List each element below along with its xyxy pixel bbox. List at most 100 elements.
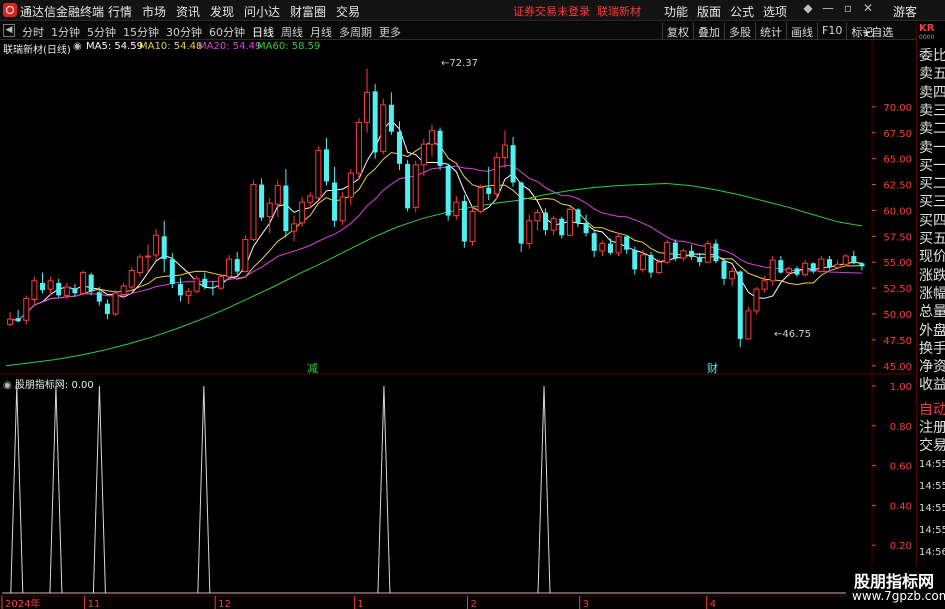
tab-multi-period[interactable]: 多周期 [339, 24, 372, 40]
indicator-spike [197, 385, 211, 594]
candle-down [323, 149, 329, 182]
candle-down [39, 282, 46, 291]
tick-time: 14:55 [919, 525, 945, 536]
candle-down [859, 263, 865, 267]
minimize-icon[interactable]: — [818, 1, 838, 15]
low-value: 46.75 [782, 329, 812, 340]
menu-item-wealth[interactable]: 财富圈 [290, 3, 336, 20]
quote-field-21[interactable]: 交易 [919, 438, 945, 454]
candle-up [136, 256, 143, 274]
add-watchlist-button[interactable]: +自选 [862, 24, 893, 40]
candle-up [469, 210, 476, 242]
quote-field-6: 买一 [919, 157, 945, 174]
candle-up [493, 157, 500, 195]
candle-up [550, 218, 557, 231]
quote-field-9: 买四 [919, 212, 945, 229]
tick-time: 14:55 [919, 481, 945, 492]
quote-field-1: 卖五 [919, 66, 945, 83]
tab-weekly[interactable]: 周线 [281, 24, 303, 40]
quote-field-18: 收益 [919, 377, 945, 394]
trade-login-notice[interactable]: 证券交易未登录 联瑞新材 [513, 3, 641, 19]
tab-5min[interactable]: 5分钟 [87, 24, 116, 40]
menu-item-ask[interactable]: 问小达 [244, 3, 290, 20]
menu-item-trade[interactable]: 交易 [336, 3, 370, 20]
candle-down [810, 263, 816, 272]
indicator-spike [10, 385, 24, 594]
tool-drawing[interactable]: 画线 [786, 22, 817, 40]
app-title: 通达信金融终端 [20, 5, 105, 19]
candle-down [794, 268, 800, 275]
ma60-label: MA60: 58.59 [257, 41, 321, 52]
menu-item-discover[interactable]: 发现 [210, 3, 244, 20]
candle-up [355, 121, 362, 174]
candle-down [510, 145, 516, 183]
tool-multi-stock[interactable]: 多股 [724, 22, 755, 40]
indicator-dropdown-icon-2[interactable]: ◉ [3, 380, 15, 391]
price-tick-label: 70.00 [883, 103, 912, 114]
chart-area[interactable]: 70.00 67.50 65.00 62.50 60.00 57.50 55.00 52.50… [0, 40, 915, 609]
candle-down [591, 233, 597, 251]
time-tick-label: 1 [357, 599, 363, 609]
candle-up [477, 187, 484, 212]
menu-item-options[interactable]: 选项 [763, 3, 787, 20]
candle-down [737, 271, 743, 339]
candle-down [445, 165, 451, 216]
candle-down [778, 260, 784, 273]
tab-intraday[interactable]: 分时 [22, 24, 44, 40]
time-tick-label: 3 [583, 599, 589, 609]
candle-up [242, 238, 249, 273]
menu-item-formula[interactable]: 公式 [730, 3, 754, 20]
nav-back-icon[interactable]: ◀ [3, 24, 15, 37]
close-icon[interactable]: ✕ [858, 1, 878, 15]
user-guest-button[interactable]: 游客 [893, 3, 917, 20]
tab-15min[interactable]: 15分钟 [123, 24, 159, 40]
tool-adjust[interactable]: 复权 [662, 22, 693, 40]
menu-item-functions[interactable]: 功能 [664, 3, 688, 20]
indicator-label: ◉ 股朋指标网: 0.00 [3, 376, 94, 391]
low-marker: ←46.75 [774, 329, 812, 340]
tab-30min[interactable]: 30分钟 [166, 24, 202, 40]
ma5-line [10, 119, 862, 321]
maximize-icon[interactable]: ▫ [838, 1, 858, 15]
tab-daily[interactable]: 日线 [252, 24, 274, 40]
time-tick-label: 2 [470, 599, 476, 609]
tool-statistics[interactable]: 统计 [755, 22, 786, 40]
indicator-dropdown-icon[interactable]: ◉ [73, 41, 82, 52]
quote-field-19[interactable]: 自动 [919, 402, 945, 418]
candle-down [721, 261, 727, 279]
candle-down [607, 243, 613, 253]
tab-monthly[interactable]: 月线 [310, 24, 332, 40]
candle-down [104, 303, 110, 314]
tab-1min[interactable]: 1分钟 [51, 24, 80, 40]
candle-up [31, 280, 38, 301]
tool-overlay[interactable]: 叠加 [693, 22, 724, 40]
candle-up [501, 144, 508, 159]
candle-down [713, 243, 719, 262]
tab-more[interactable]: 更多 [379, 24, 401, 40]
tool-f10[interactable]: F10 [817, 22, 846, 40]
app-logo-icon [3, 3, 17, 17]
candle-up [153, 234, 160, 256]
event-mark-reduce[interactable]: 减 [307, 360, 318, 376]
quote-field-20[interactable]: 注册 [919, 420, 945, 436]
kline-chart[interactable]: 70.00 67.50 65.00 62.50 60.00 57.50 55.00 52.50… [0, 40, 915, 609]
skin-icon[interactable]: ◆ [798, 1, 818, 15]
price-tick-label: 62.50 [883, 181, 912, 192]
notice-stock-name[interactable]: 联瑞新材 [597, 5, 641, 18]
login-notice-text[interactable]: 证券交易未登录 [513, 5, 590, 18]
menu-item-quotes[interactable]: 行情 [108, 3, 142, 20]
tab-60min[interactable]: 60分钟 [209, 24, 245, 40]
candle-up [769, 259, 776, 282]
candle-down [632, 249, 638, 270]
menu-item-market[interactable]: 市场 [142, 3, 176, 20]
candle-down [624, 236, 630, 250]
candle-down [210, 287, 216, 289]
watermark-url: www.7gpzb.com [852, 589, 945, 603]
indicator-name: 股朋指标网 [14, 380, 65, 391]
menu-item-layout[interactable]: 版面 [697, 3, 721, 20]
quote-field-7: 买二 [919, 176, 945, 193]
menu-item-news[interactable]: 资讯 [176, 3, 210, 20]
candle-up [193, 278, 200, 292]
event-mark-finance[interactable]: 财 [707, 360, 718, 376]
candle-down [672, 242, 678, 259]
